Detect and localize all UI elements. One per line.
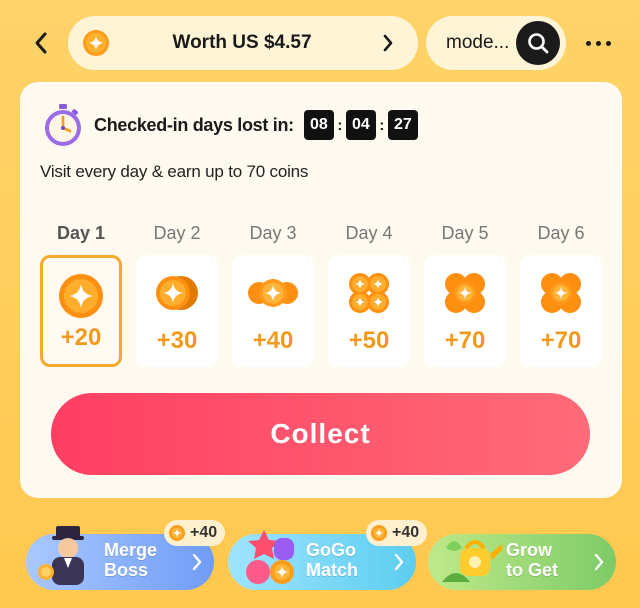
game-title: GoGo Match — [306, 540, 386, 580]
chevron-left-icon — [35, 32, 47, 54]
dot-icon — [595, 40, 601, 46]
chevron-right-icon — [394, 553, 404, 571]
day-item-3[interactable]: Day 3 +40 — [232, 222, 314, 367]
day-reward-box[interactable]: +70 — [520, 255, 602, 367]
coin-icon — [371, 525, 387, 541]
reward-amount: +40 — [190, 524, 218, 541]
day-reward-box[interactable]: +20 — [40, 255, 122, 367]
day-amount: +40 — [252, 327, 294, 354]
day-reward-list: Day 1 +20 Day 2 +30 Day 3 +40 Day 4 +50 … — [40, 222, 622, 372]
countdown-seconds: 27 — [387, 110, 418, 140]
coin-stack-icon — [328, 269, 410, 317]
day-label: Day 4 — [345, 223, 393, 243]
chevron-right-icon — [594, 553, 604, 571]
game-title: Merge Boss — [104, 540, 184, 580]
day-amount: +70 — [444, 327, 486, 354]
collect-button[interactable]: Collect — [51, 393, 590, 475]
single-coin-icon — [43, 272, 119, 320]
dot-icon — [585, 40, 591, 46]
coin-icon — [169, 525, 185, 541]
day-reward-box[interactable]: +70 — [424, 255, 506, 367]
game-title-line: Match — [306, 560, 359, 580]
colon-separator: : — [379, 116, 385, 134]
day-label: Day 6 — [537, 223, 585, 243]
colon-separator: : — [337, 116, 343, 134]
day-item-4[interactable]: Day 4 +50 — [328, 222, 410, 367]
game-title: Grow to Get — [506, 540, 586, 580]
day-reward-box[interactable]: +40 — [232, 255, 314, 367]
day-label: Day 2 — [153, 223, 201, 243]
checkin-subtitle: Visit every day & earn up to 70 coins — [40, 162, 309, 181]
countdown-timer: 08 : 04 : 27 — [303, 110, 418, 140]
day-reward-box[interactable]: +50 — [328, 255, 410, 367]
day-amount: +50 — [348, 327, 390, 354]
reward-badge: +40 — [366, 520, 428, 546]
game-title-line: to Get — [506, 560, 558, 580]
coin-pile-icon — [520, 269, 602, 317]
coin-icon — [83, 30, 109, 56]
day-item-6[interactable]: Day 6 +70 — [520, 222, 602, 367]
countdown-minutes: 04 — [345, 110, 376, 140]
reward-amount: +40 — [392, 524, 420, 541]
top-bar: Worth US $4.57 mode... — [0, 0, 640, 84]
chevron-right-icon — [192, 553, 202, 571]
dot-icon — [605, 40, 611, 46]
day-reward-box[interactable]: +30 — [136, 255, 218, 367]
coin-pile-icon — [424, 269, 506, 317]
triple-coin-icon — [232, 269, 314, 317]
worth-label: Worth US $4.57 — [172, 32, 312, 53]
chevron-right-icon — [374, 33, 402, 53]
game-shortcuts: Merge Boss +40 GoGo Match +40 Grow to Ge… — [0, 520, 640, 600]
countdown-row: Checked-in days lost in: 08 : 04 : 27 — [42, 102, 418, 148]
search-bar[interactable]: mode... — [426, 16, 566, 70]
day-amount: +20 — [60, 324, 102, 351]
day-amount: +30 — [156, 327, 198, 354]
day-amount: +70 — [540, 327, 582, 354]
checkin-card: Checked-in days lost in: 08 : 04 : 27 Vi… — [20, 82, 622, 498]
countdown-label: Checked-in days lost in: — [94, 114, 294, 135]
day-label: Day 1 — [56, 223, 106, 243]
day-item-5[interactable]: Day 5 +70 — [424, 222, 506, 367]
game-tile-grow-to-get[interactable]: Grow to Get — [428, 534, 616, 590]
day-label: Day 3 — [249, 223, 297, 243]
worth-pill[interactable]: Worth US $4.57 — [68, 16, 418, 70]
search-button[interactable] — [516, 21, 560, 65]
back-button[interactable] — [26, 28, 56, 58]
boss-character-icon — [38, 526, 84, 585]
reward-badge: +40 — [164, 520, 226, 546]
watering-can-icon — [442, 540, 502, 582]
double-coin-icon — [136, 269, 218, 317]
search-icon — [528, 33, 549, 54]
candy-match-icon — [246, 530, 294, 584]
day-item-1[interactable]: Day 1 +20 — [40, 222, 122, 367]
countdown-hours: 08 — [303, 110, 334, 140]
game-title-line: Boss — [104, 560, 149, 580]
day-label: Day 5 — [441, 223, 489, 243]
game-title-line: Grow — [506, 540, 553, 560]
search-input[interactable]: mode... — [446, 32, 516, 54]
stopwatch-icon — [45, 104, 81, 146]
day-item-2[interactable]: Day 2 +30 — [136, 222, 218, 367]
more-options-button[interactable] — [578, 30, 618, 56]
